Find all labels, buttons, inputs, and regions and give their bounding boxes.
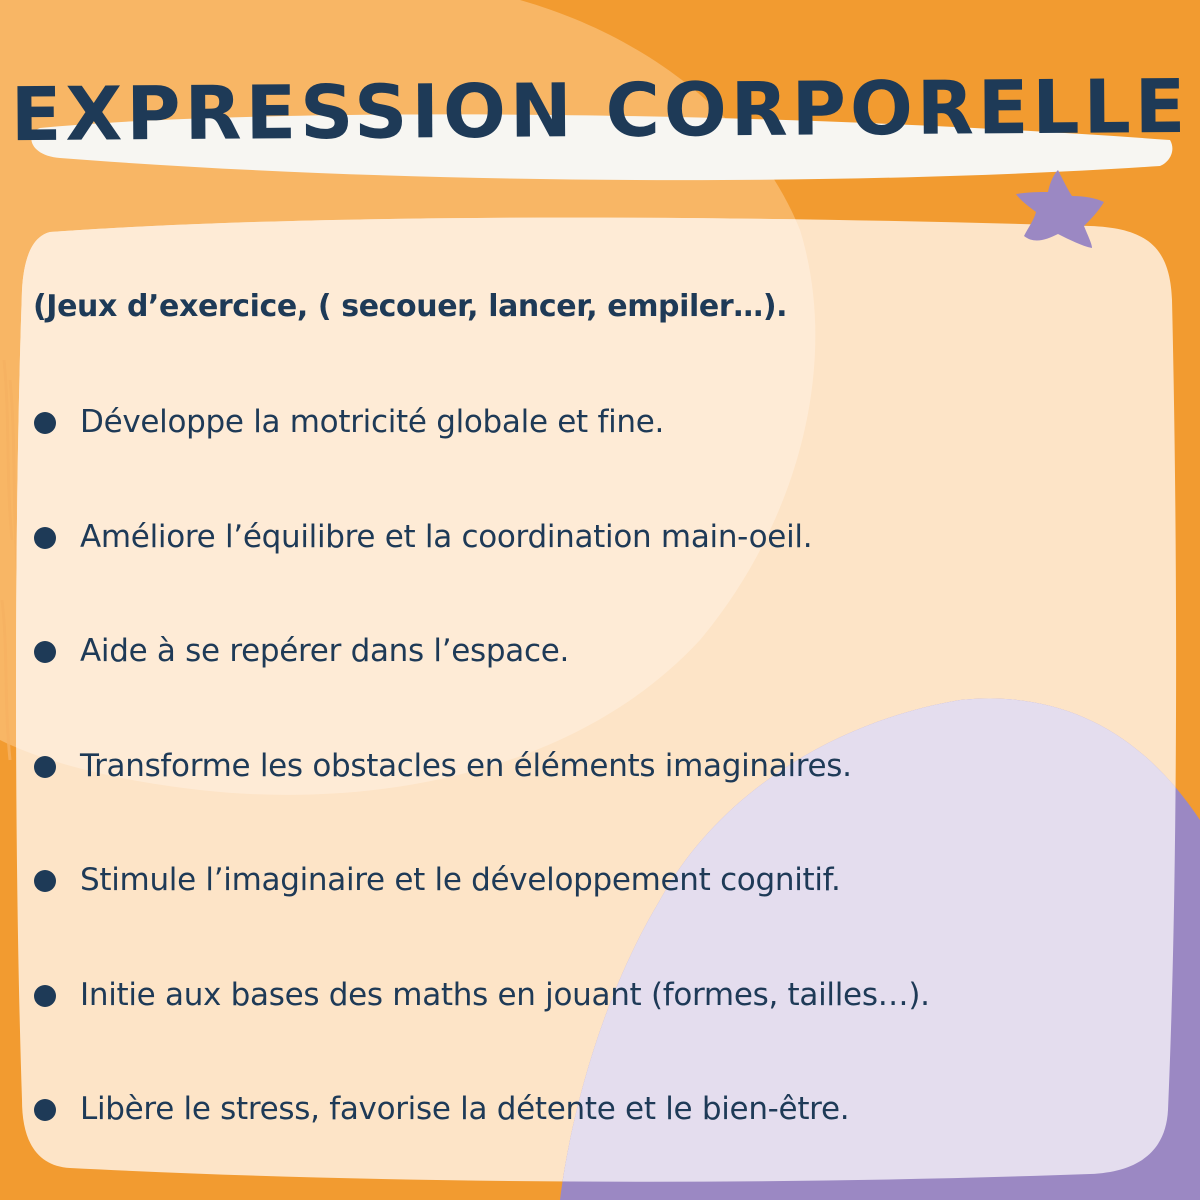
bullet-dot-icon [34,984,56,1007]
list-item-label: Initie aux bases des maths en jouant (fo… [80,976,930,1013]
intro-text: (Jeux d’exercice, ( secouer, lancer, emp… [33,289,788,324]
list-item: Aide à se repérer dans l’espace. [34,629,930,744]
list-item-label: Améliore l’équilibre et la coordination … [80,518,813,555]
bullet-dot-icon [34,641,56,663]
page-title: Expression corporelle [10,63,1190,159]
bullet-dot-icon [34,1099,56,1121]
bullet-dot-icon [34,412,56,434]
list-item-label: Aide à se repérer dans l’espace. [80,633,570,669]
list-item-label: Libère le stress, favorise la détente et… [80,1091,850,1127]
bullet-dot-icon [34,755,56,778]
bullet-dot-icon [34,526,56,549]
list-item-label: Stimule l’imaginaire et le développement… [80,862,841,898]
list-item-label: Développe la motricité globale et fine. [80,404,665,440]
list-item: Développe la motricité globale et fine. [34,400,930,515]
benefit-list: Développe la motricité globale et fine. … [34,400,930,1200]
list-item: Transforme les obstacles en éléments ima… [34,744,930,859]
list-item-label: Transforme les obstacles en éléments ima… [80,747,852,784]
list-item: Libère le stress, favorise la détente et… [34,1087,930,1200]
bullet-dot-icon [34,870,56,892]
list-item: Initie aux bases des maths en jouant (fo… [34,973,930,1088]
list-item: Améliore l’équilibre et la coordination … [34,515,930,630]
list-item: Stimule l’imaginaire et le développement… [34,858,930,973]
